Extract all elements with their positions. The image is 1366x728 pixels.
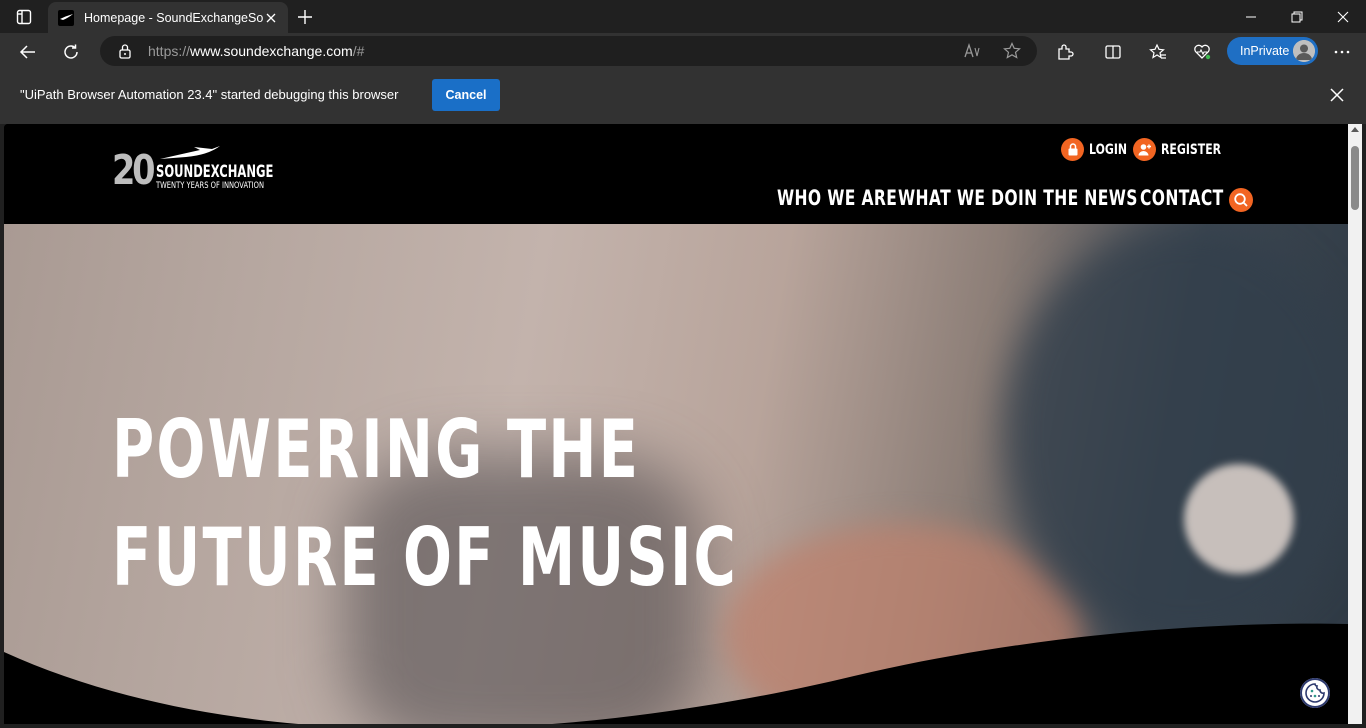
cookie-icon[interactable] [1300,678,1330,708]
logo-wing-icon [160,146,220,159]
hero-wave-divider [4,623,1348,724]
lock-icon[interactable] [118,43,132,63]
nav-contact[interactable]: CONTACT [1140,186,1224,210]
add-user-icon [1133,138,1156,161]
read-aloud-icon[interactable] [963,42,981,60]
favorite-star-icon[interactable] [1003,42,1021,60]
scroll-up-icon[interactable] [1351,127,1359,132]
nav-in-the-news[interactable]: IN THE NEWS [1018,186,1138,210]
nav-who-we-are[interactable]: WHO WE ARE [777,186,897,210]
back-icon[interactable] [14,38,42,66]
minimize-icon[interactable] [1228,0,1274,33]
site-logo[interactable]: 20 SOUNDEXCHANGE TWENTY YEARS OF INNOVAT… [112,146,274,194]
hero-line-2: FUTURE OF MUSIC [112,511,738,604]
nav-what-we-do[interactable]: WHAT WE DO [898,186,1018,210]
debug-infobar: "UiPath Browser Automation 23.4" started… [0,70,1366,124]
inprivate-button[interactable]: InPrivate [1227,37,1318,65]
infobar-message: "UiPath Browser Automation 23.4" started… [20,87,399,102]
site-favicon-icon [58,9,74,26]
tab-close-icon[interactable] [264,10,278,24]
more-menu-icon[interactable] [1331,41,1353,63]
hero-line-1: POWERING THE [112,403,641,496]
url-path: /# [352,43,365,59]
logo-tagline: TWENTY YEARS OF INNOVATION [156,181,265,191]
refresh-icon[interactable] [57,38,85,66]
hero-headline: POWERING THE FUTURE OF MUSIC [112,396,738,612]
cancel-button[interactable]: Cancel [432,79,500,111]
url-text: https://www.soundexchange.com/# [148,43,364,59]
logo-number: 20 [112,146,156,194]
logo-brand: SOUNDEXCHANGE [156,162,274,182]
web-viewport: 20 SOUNDEXCHANGE TWENTY YEARS OF INNOVAT… [4,124,1348,724]
new-tab-icon[interactable] [294,6,316,28]
scrollbar-thumb[interactable] [1351,146,1359,210]
site-header: 20 SOUNDEXCHANGE TWENTY YEARS OF INNOVAT… [4,124,1348,224]
hero-sleeve-shape [1004,224,1348,644]
hero-watch-shape [1184,464,1294,574]
close-window-icon[interactable] [1320,0,1366,33]
page-scrollbar[interactable] [1348,124,1362,724]
address-bar-row: https://www.soundexchange.com/# InPrivat… [0,33,1366,70]
profile-avatar [1293,40,1315,62]
hero-banner: POWERING THE FUTURE OF MUSIC [4,224,1348,724]
url-input[interactable]: https://www.soundexchange.com/# [100,36,1037,66]
login-link[interactable]: LOGIN [1061,138,1138,161]
url-scheme: https:// [148,43,191,59]
register-label: REGISTER [1161,141,1222,158]
login-label: LOGIN [1089,141,1128,158]
tab-title: Homepage - SoundExchangeSou [84,10,264,25]
infobar-close-icon[interactable] [1328,86,1346,104]
tab-actions-icon[interactable] [8,6,40,28]
tab-active[interactable]: Homepage - SoundExchangeSou [48,2,288,33]
browser-essentials-icon[interactable] [1191,41,1213,63]
inprivate-label: InPrivate [1240,44,1290,58]
search-icon[interactable] [1229,188,1253,212]
restore-icon[interactable] [1274,0,1320,33]
split-screen-icon[interactable] [1102,41,1124,63]
favorites-icon[interactable] [1147,41,1169,63]
lock-icon [1061,138,1084,161]
register-link[interactable]: REGISTER [1133,138,1238,161]
url-host: www.soundexchange.com [190,43,353,59]
extensions-icon[interactable] [1054,41,1076,63]
tab-bar: Homepage - SoundExchangeSou [0,0,1366,33]
